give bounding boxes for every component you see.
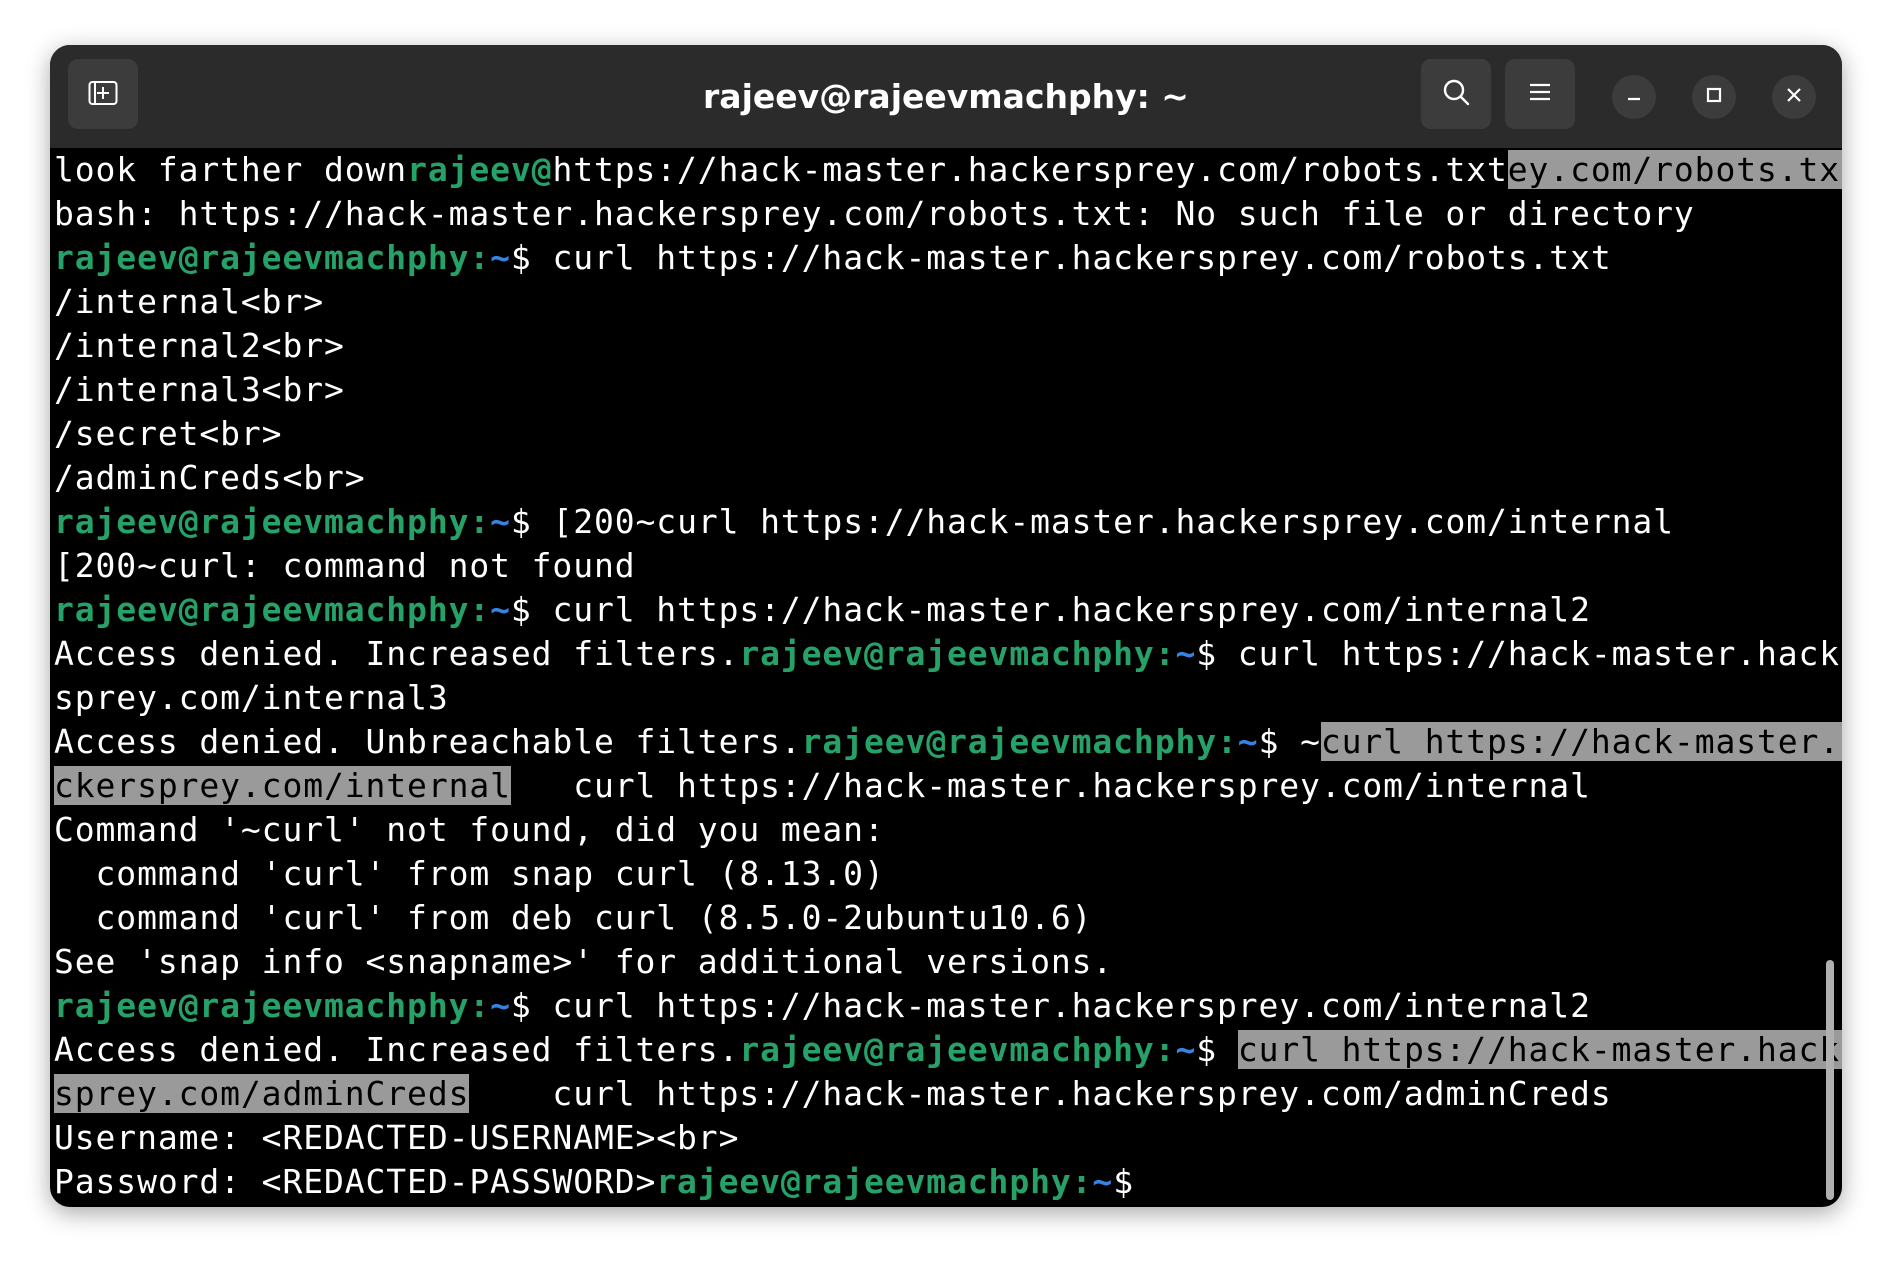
terminal-line: Password: <REDACTED-PASSWORD>rajeev@raje… [54, 1160, 1842, 1204]
terminal-text: $ curl https://hack-master.hacker [1196, 634, 1842, 673]
terminal-text: bash: https://hack-master.hackersprey.co… [54, 194, 1695, 233]
terminal-line: bash: https://hack-master.hackersprey.co… [54, 192, 1842, 236]
scrollbar[interactable] [1826, 960, 1834, 1200]
selected-text: curl https://hack-master.ha [1320, 722, 1842, 761]
terminal-line: Username: <REDACTED-USERNAME><br> [54, 1116, 1842, 1160]
terminal-text: Access denied. Increased filters. [54, 634, 740, 673]
prompt-user-host: : [1154, 634, 1176, 673]
prompt-user-host: rajeev@rajeevmachphy [656, 1162, 1072, 1201]
terminal-line: Command '~curl' not found, did you mean: [54, 808, 1842, 852]
terminal-text: command 'curl' from deb curl (8.5.0-2ubu… [54, 898, 1093, 937]
hamburger-menu-icon [1528, 81, 1552, 107]
terminal-text: Password: <REDACTED-PASSWORD> [54, 1162, 657, 1201]
terminal-line: Access denied. Increased filters.rajeev@… [54, 1028, 1842, 1072]
prompt-user-host: rajeev@rajeevmachphy [739, 1030, 1155, 1069]
terminal-text: /secret<br> [54, 414, 283, 453]
terminal-line: /internal3<br> [54, 368, 1842, 412]
prompt-path: ~ [490, 590, 511, 629]
terminal-text: command 'curl' from snap curl (8.13.0) [54, 854, 885, 893]
terminal-text: $ [1113, 1162, 1134, 1201]
terminal-text: Command '~curl' not found, did you mean: [54, 810, 885, 849]
prompt-path: ~ [490, 986, 511, 1025]
selected-text: sprey.com/adminCreds [54, 1074, 470, 1113]
close-button[interactable] [1772, 75, 1816, 119]
terminal-text: https://hack-master.hackersprey.com/robo… [552, 150, 1508, 189]
minimize-button[interactable] [1612, 75, 1656, 119]
terminal-text: $ ~ [1258, 722, 1321, 761]
terminal-text: $ curl https://hack-master.hackersprey.c… [510, 986, 1591, 1025]
terminal-line: rajeev@rajeevmachphy:~$ curl https://hac… [54, 588, 1842, 632]
terminal-line: sprey.com/internal3 [54, 676, 1842, 720]
terminal-line: /adminCreds<br> [54, 456, 1842, 500]
close-icon [1785, 86, 1803, 108]
terminal-output[interactable]: look farther downrajeev@https://hack-mas… [50, 148, 1842, 1207]
terminal-text: $ curl https://hack-master.hackersprey.c… [510, 590, 1591, 629]
terminal-text: curl https://hack-master.hackersprey.com… [510, 766, 1591, 805]
terminal-line: [200~curl: command not found [54, 544, 1842, 588]
terminal-text: [200~curl: command not found [54, 546, 636, 585]
prompt-user-host: : [469, 238, 491, 277]
prompt-user-host: rajeev@rajeevmachphy [54, 590, 470, 629]
terminal-text: sprey.com/internal3 [54, 678, 449, 717]
terminal-text: $ curl https://hack-master.hackersprey.c… [510, 238, 1612, 277]
terminal-text: Username: <REDACTED-USERNAME><br> [54, 1118, 740, 1157]
selected-text: ey.com/robots.txt [1507, 150, 1842, 189]
terminal-line: ckersprey.com/internal curl https://hack… [54, 764, 1842, 808]
terminal-line: sprey.com/adminCreds curl https://hack-m… [54, 1072, 1842, 1116]
prompt-user-host: rajeev@rajeevmachphy [54, 986, 470, 1025]
terminal-text: /adminCreds<br> [54, 458, 366, 497]
terminal-line: rajeev@rajeevmachphy:~$ [200~curl https:… [54, 500, 1842, 544]
terminal-text: look farther down [54, 150, 408, 189]
prompt-path: ~ [1175, 634, 1197, 673]
prompt-path: ~ [1237, 722, 1259, 761]
maximize-button[interactable] [1692, 75, 1736, 119]
prompt-user-host: rajeev@rajeevmachphy [739, 634, 1155, 673]
terminal-text: $ [200~curl https://hack-master.hackersp… [510, 502, 1674, 541]
selected-text: curl https://hack-master.hacker [1237, 1030, 1842, 1069]
terminal-line: See 'snap info <snapname>' for additiona… [54, 940, 1842, 984]
terminal-line: /secret<br> [54, 412, 1842, 456]
prompt-user-host: : [1071, 1162, 1093, 1201]
terminal-line: /internal2<br> [54, 324, 1842, 368]
terminal-text: Access denied. Increased filters. [54, 1030, 740, 1069]
prompt-path: ~ [490, 502, 511, 541]
terminal-line: rajeev@rajeevmachphy:~$ curl https://hac… [54, 236, 1842, 280]
minimize-icon [1625, 86, 1643, 108]
terminal-line: /internal<br> [54, 280, 1842, 324]
new-tab-button[interactable] [68, 59, 138, 129]
terminal-text: See 'snap info <snapname>' for additiona… [54, 942, 1114, 981]
terminal-text: curl https://hack-master.hackersprey.com… [469, 1074, 1612, 1113]
prompt-path: ~ [490, 238, 511, 277]
terminal-window: rajeev@rajeevmachphy: ~ look farther dow… [50, 45, 1842, 1207]
prompt-path: ~ [1092, 1162, 1114, 1201]
prompt-user-host: rajeev@rajeevmachphy [801, 722, 1217, 761]
search-button[interactable] [1421, 59, 1491, 129]
menu-button[interactable] [1505, 59, 1575, 129]
new-tab-icon [88, 78, 118, 110]
prompt-user-host: : [469, 502, 491, 541]
prompt-user-host: : [1217, 722, 1238, 761]
prompt-user-host: rajeev@rajeevmachphy [54, 502, 470, 541]
terminal-text: $ [1196, 1030, 1238, 1069]
terminal-text: Access denied. Unbreachable filters. [54, 722, 802, 761]
prompt-user-host: : [1154, 1030, 1176, 1069]
terminal-line: Access denied. Increased filters.rajeev@… [54, 632, 1842, 676]
prompt-user-host: rajeev@ [407, 150, 553, 189]
terminal-line: command 'curl' from deb curl (8.5.0-2ubu… [54, 896, 1842, 940]
search-icon [1441, 77, 1471, 111]
prompt-user-host: : [469, 590, 491, 629]
maximize-icon [1705, 86, 1723, 108]
prompt-user-host: rajeev@rajeevmachphy [54, 238, 470, 277]
prompt-user-host: : [469, 986, 491, 1025]
terminal-line: command 'curl' from snap curl (8.13.0) [54, 852, 1842, 896]
terminal-text: /internal3<br> [54, 370, 345, 409]
terminal-line: rajeev@rajeevmachphy:~$ curl https://hac… [54, 984, 1842, 1028]
selected-text: ckersprey.com/internal [54, 766, 511, 805]
terminal-text: /internal<br> [54, 282, 324, 321]
title-bar[interactable]: rajeev@rajeevmachphy: ~ [50, 45, 1842, 148]
terminal-line: Access denied. Unbreachable filters.raje… [54, 720, 1842, 764]
prompt-path: ~ [1175, 1030, 1197, 1069]
terminal-text: /internal2<br> [54, 326, 345, 365]
terminal-line: look farther downrajeev@https://hack-mas… [54, 148, 1842, 192]
